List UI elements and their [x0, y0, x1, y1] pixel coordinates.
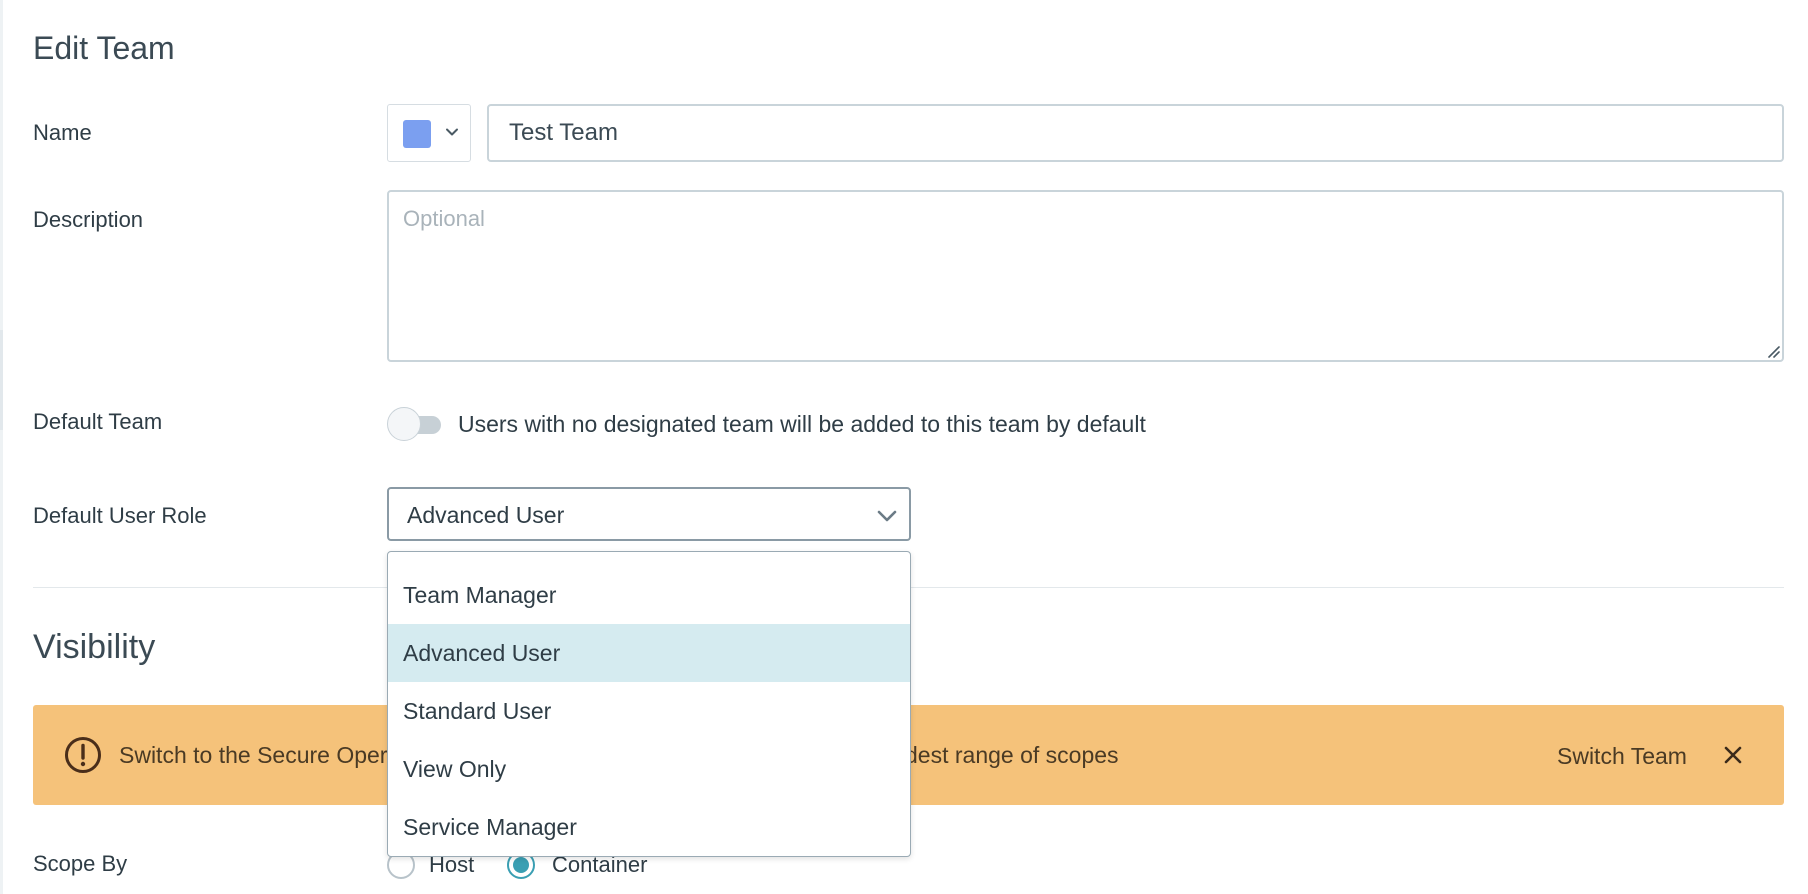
- role-option-view-only[interactable]: View Only: [388, 740, 910, 798]
- chevron-down-icon: [446, 128, 458, 136]
- default-team-description: Users with no designated team will be ad…: [458, 411, 1146, 437]
- team-name-input[interactable]: [487, 104, 1784, 162]
- switch-team-link[interactable]: Switch Team: [1557, 743, 1687, 770]
- alert-message-start: Switch to the Secure Opera: [119, 742, 401, 768]
- default-team-toggle[interactable]: [387, 406, 443, 442]
- close-icon[interactable]: [1719, 741, 1747, 769]
- role-option-team-manager[interactable]: Team Manager: [388, 566, 910, 624]
- radio-selected-dot: [513, 857, 529, 873]
- scope-by-label: Scope By: [33, 851, 128, 876]
- role-option-standard-user[interactable]: Standard User: [388, 682, 910, 740]
- default-team-label: Default Team: [33, 409, 163, 434]
- description-label: Description: [33, 207, 144, 232]
- left-sidebar-marker: [0, 330, 3, 430]
- default-role-select[interactable]: Advanced User: [387, 487, 911, 541]
- name-label: Name: [33, 120, 92, 145]
- color-swatch: [403, 120, 431, 148]
- exclamation-circle-icon: [65, 737, 101, 773]
- toggle-knob: [387, 407, 421, 441]
- alert-message-end: dest range of scopes: [905, 742, 1119, 768]
- page-title: Edit Team: [33, 30, 175, 66]
- role-option-service-manager[interactable]: Service Manager: [388, 798, 910, 856]
- chevron-down-icon: [877, 510, 897, 522]
- resize-grip-icon[interactable]: [1765, 343, 1781, 359]
- visibility-section-title: Visibility: [33, 628, 156, 666]
- left-sidebar-edge: [0, 0, 3, 894]
- default-role-label: Default User Role: [33, 503, 207, 528]
- role-option-advanced-user[interactable]: Advanced User: [388, 624, 910, 682]
- default-role-value: Advanced User: [407, 502, 565, 528]
- description-textarea[interactable]: [387, 190, 1784, 362]
- team-color-picker[interactable]: [387, 104, 471, 162]
- role-dropdown-menu: Team Manager Advanced User Standard User…: [387, 551, 911, 857]
